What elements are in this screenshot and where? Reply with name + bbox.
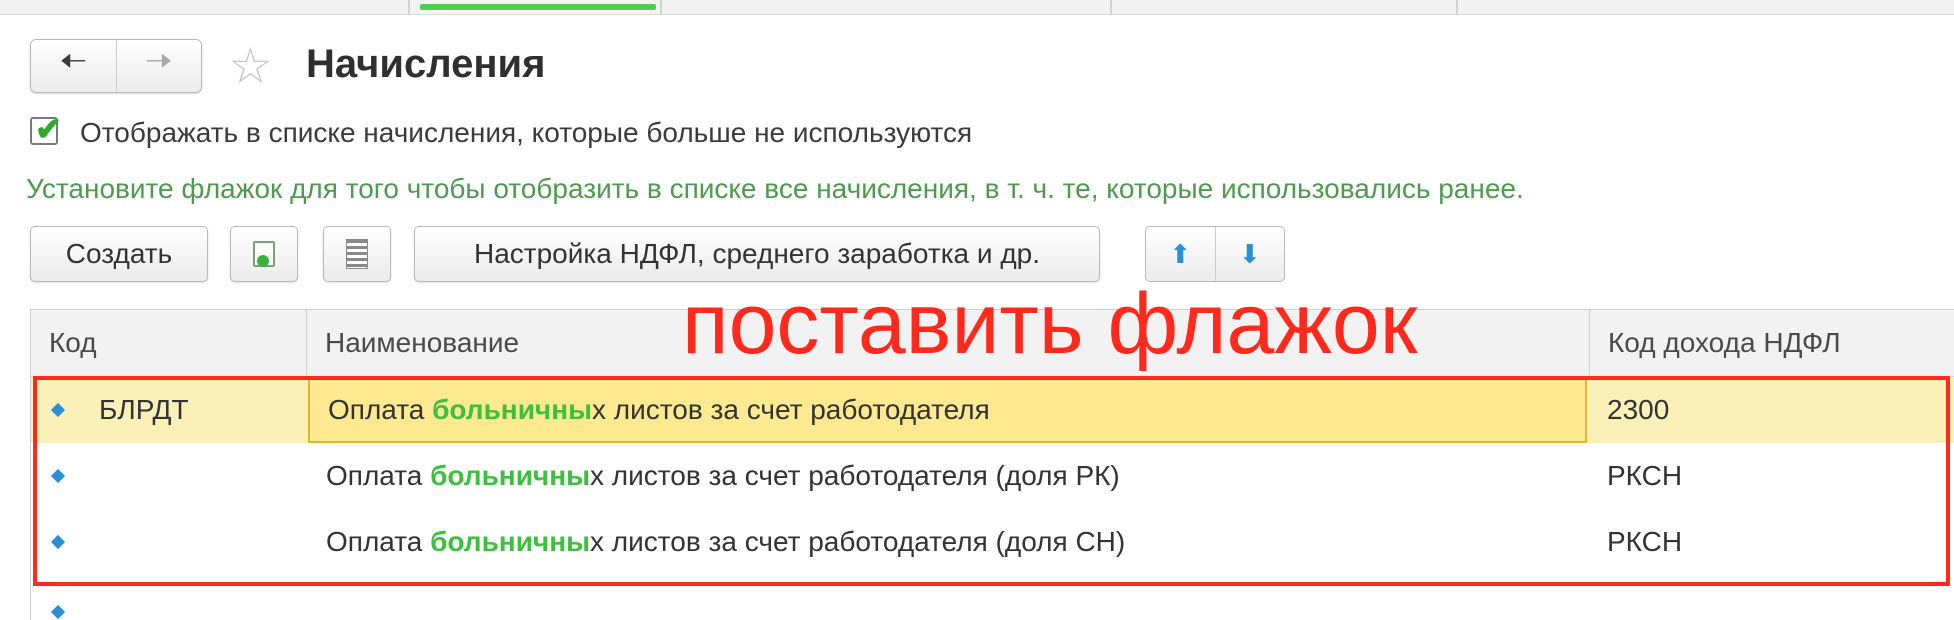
move-up-button[interactable]: ⬆ (1146, 227, 1215, 281)
back-button[interactable]: 🠠 (31, 40, 116, 92)
tab-separator (408, 0, 410, 14)
checkmark-icon: ✔ (35, 111, 62, 147)
star-icon[interactable]: ☆ (228, 36, 273, 96)
hint-text: Установите флажок для того чтобы отобраз… (26, 173, 1524, 204)
arrow-down-icon: ⬇ (1238, 238, 1261, 269)
arrow-left-icon: 🠠 (59, 43, 87, 79)
arrow-right-icon: 🠢 (145, 43, 173, 79)
arrow-up-icon: ⬆ (1169, 238, 1192, 269)
page-title: Начисления (306, 42, 546, 86)
tab-separator (660, 0, 662, 14)
copy-button[interactable] (230, 226, 298, 282)
annotation-label: поставить флажок (682, 276, 1418, 372)
active-tab-indicator[interactable] (420, 4, 656, 10)
column-header-ndfl-code[interactable]: Код дохода НДФЛ (1589, 310, 1954, 376)
create-button[interactable]: Создать (30, 226, 208, 282)
list-button[interactable] (323, 226, 391, 282)
show-unused-checkbox[interactable]: ✔ (30, 111, 62, 147)
copy-document-icon (253, 241, 275, 267)
move-down-button[interactable]: ⬇ (1214, 227, 1285, 281)
row-marker-icon (50, 604, 66, 620)
tab-separator (1456, 0, 1458, 14)
tab-strip (0, 0, 1954, 15)
table-row-cut-off[interactable] (31, 585, 1954, 620)
column-header-code[interactable]: Код (31, 310, 306, 376)
navigation-buttons: 🠠 🠢 (30, 39, 202, 93)
list-icon (346, 239, 368, 269)
forward-button[interactable]: 🠢 (115, 40, 202, 92)
show-unused-label[interactable]: Отображать в списке начисления, которые … (80, 116, 972, 150)
annotation-highlight-box (33, 376, 1950, 586)
tab-separator (1110, 0, 1112, 14)
